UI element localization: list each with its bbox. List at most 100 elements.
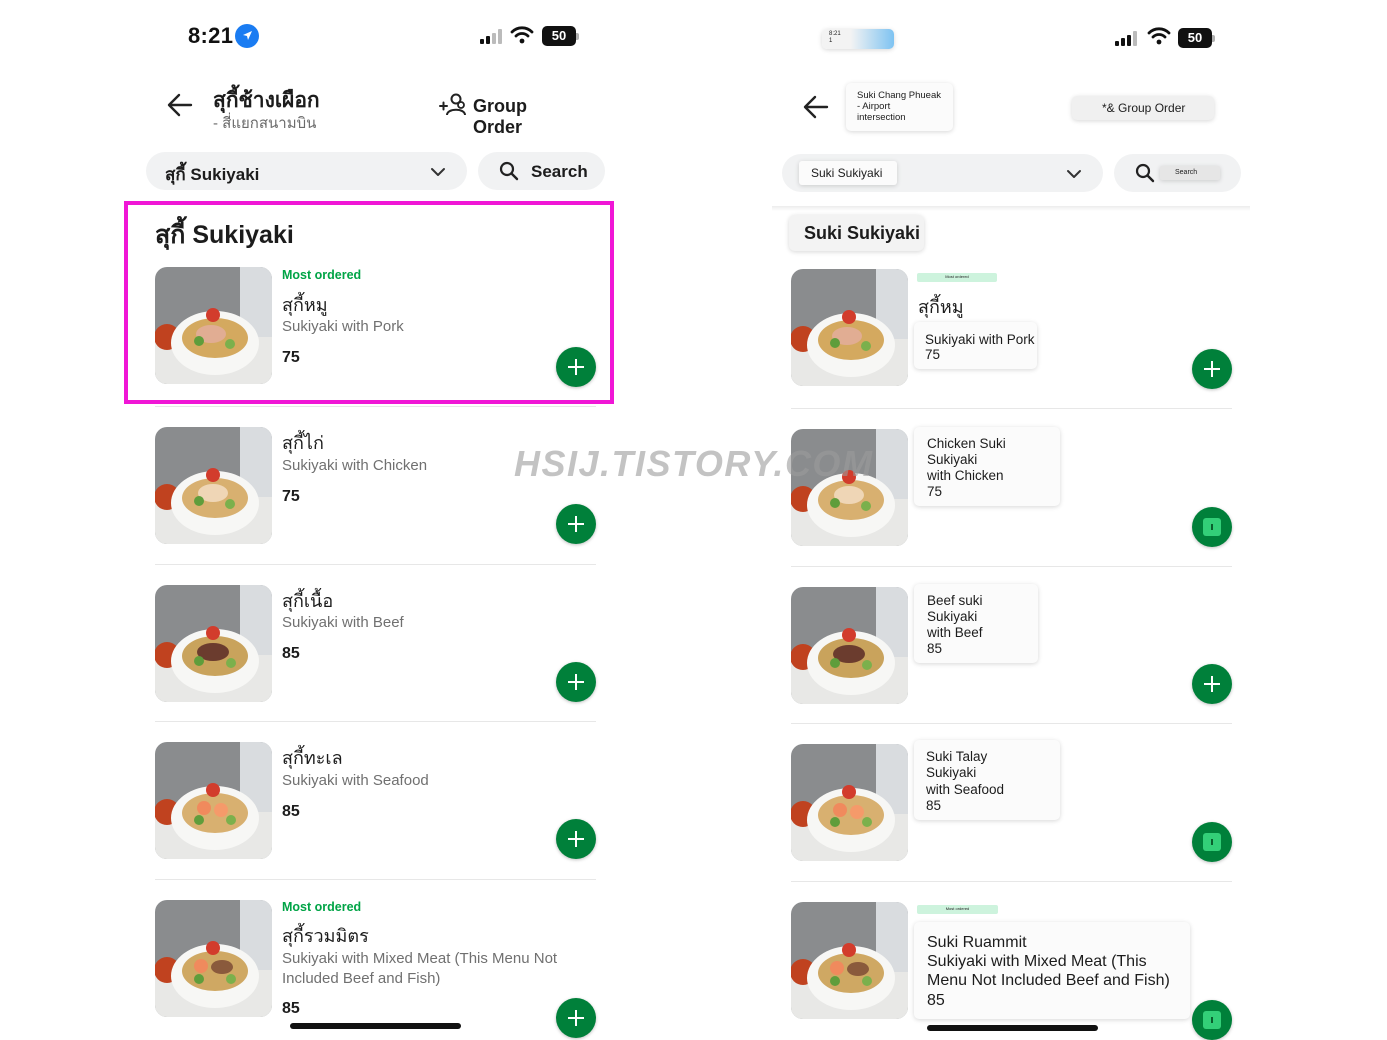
item-description: Sukiyaki <box>926 765 977 780</box>
chevron-down-icon <box>1066 167 1082 185</box>
most-ordered-badge: Most ordered <box>282 900 362 914</box>
divider <box>155 564 596 565</box>
add-button[interactable] <box>556 347 596 387</box>
add-button[interactable] <box>556 819 596 859</box>
group-add-icon <box>438 92 468 125</box>
search-icon <box>499 161 519 186</box>
item-price: 85 <box>926 798 942 813</box>
food-image <box>155 900 272 1017</box>
item-name: สุกี้ไก่ <box>282 433 324 453</box>
item-description: Sukiyaki with Pork <box>282 318 404 335</box>
item-name-translated: Chicken Suki <box>927 436 1006 451</box>
food-image <box>155 742 272 859</box>
add-button[interactable] <box>1192 507 1232 547</box>
back-button[interactable] <box>166 92 194 123</box>
group-order-label: Group Order <box>473 96 527 137</box>
item-description-line2: Menu Not Included Beef and Fish) <box>927 972 1170 989</box>
shop-branch: - สี่แยกสนามบิน <box>213 115 317 132</box>
wifi-icon <box>510 26 534 49</box>
food-image <box>791 744 908 861</box>
item-info-card: Suki Talay Sukiyaki with Seafood 85 <box>914 740 1060 820</box>
item-price: 85 <box>282 803 300 820</box>
divider <box>791 566 1232 567</box>
shop-branch-line2: intersection <box>857 112 906 123</box>
item-name: สุกี้รวมมิตร <box>282 926 369 946</box>
category-dropdown-value: สุกี้ Sukiyaki <box>165 165 260 184</box>
shop-branch: - Airport <box>857 101 891 112</box>
search-icon <box>1135 163 1155 188</box>
cellular-signal-icon <box>1114 30 1140 51</box>
item-name: สุกี้ทะเล <box>282 748 343 768</box>
item-description: Sukiyaki <box>927 609 978 624</box>
add-button[interactable] <box>556 998 596 1038</box>
item-price: 75 <box>282 349 300 366</box>
item-name: สุกี้หมู <box>918 297 964 317</box>
item-price: 85 <box>927 992 945 1009</box>
back-button[interactable] <box>802 94 830 125</box>
category-dropdown-value: Suki Sukiyaki <box>811 166 883 180</box>
watermark: HSIJ.TISTORY.COM <box>514 443 874 484</box>
shop-name-card: Suki Chang Phueak - Airport intersection <box>846 83 953 131</box>
search-label-card: Search <box>1160 166 1220 180</box>
home-indicator <box>927 1025 1098 1031</box>
item-price: 85 <box>927 641 943 656</box>
item-description: Sukiyaki with Mixed Meat (This Menu Not … <box>282 950 558 987</box>
add-button[interactable] <box>1192 664 1232 704</box>
item-info-card: Beef suki Sukiyaki with Beef 85 <box>914 584 1038 663</box>
status-time: 8:21 <box>188 23 234 48</box>
cellular-signal-icon <box>479 28 505 49</box>
food-image <box>155 585 272 702</box>
item-description: Sukiyaki with Mixed Meat (This <box>927 953 1147 970</box>
item-price: 85 <box>282 1000 300 1017</box>
most-ordered-badge: Most ordered <box>917 273 997 282</box>
item-price: 85 <box>282 645 300 662</box>
divider <box>791 408 1232 409</box>
item-description: Sukiyaki <box>927 452 978 467</box>
item-name: สุกี้หมู <box>282 295 328 315</box>
item-description: Sukiyaki with Pork <box>925 332 1035 347</box>
status-time-badge: 8:21 1 <box>822 29 894 49</box>
item-name-translated: Suki Ruammit <box>927 934 1027 951</box>
most-ordered-badge: Most ordered <box>282 268 362 282</box>
wifi-icon <box>1147 27 1171 50</box>
battery-icon: 50 <box>1178 28 1215 48</box>
item-info-card: Chicken Suki Sukiyaki with Chicken 75 <box>914 427 1060 506</box>
item-name-translated: Beef suki <box>927 593 983 608</box>
item-name-translated: Suki Talay <box>926 749 988 764</box>
item-description-line2: with Seafood <box>926 782 1005 797</box>
divider <box>155 879 596 880</box>
divider <box>791 881 1232 882</box>
home-indicator <box>290 1023 461 1029</box>
category-title-card: Suki Sukiyaki <box>789 215 924 251</box>
category-dropdown[interactable]: สุกี้ Sukiyaki <box>146 152 467 190</box>
group-order-button[interactable]: *& Group Order <box>1072 96 1214 120</box>
item-description-line2: with Chicken <box>927 468 1004 483</box>
add-button[interactable] <box>1192 1000 1232 1040</box>
search-button[interactable]: Search <box>1114 154 1241 192</box>
search-label: Search <box>531 162 588 181</box>
add-button[interactable] <box>556 662 596 702</box>
battery-icon: 50 <box>542 26 579 46</box>
search-button[interactable]: Search <box>478 152 605 190</box>
status-time-sub: 1 <box>829 38 833 44</box>
item-description: Sukiyaki with Seafood <box>282 772 429 789</box>
add-button[interactable] <box>556 504 596 544</box>
item-price: 75 <box>927 484 943 499</box>
search-label: Search <box>1175 169 1198 176</box>
item-description: Sukiyaki with Beef <box>282 614 404 631</box>
category-dropdown[interactable]: Suki Sukiyaki <box>782 154 1103 192</box>
add-button[interactable] <box>1192 349 1232 389</box>
group-order-button[interactable]: Group Order <box>438 92 578 137</box>
item-info-card: Sukiyaki with Pork 75 <box>914 322 1037 369</box>
location-arrow-icon <box>235 24 259 48</box>
divider <box>791 723 1232 724</box>
divider <box>155 406 596 407</box>
status-time: 8:21 <box>829 31 841 37</box>
add-button[interactable] <box>1192 822 1232 862</box>
item-description-line2: with Beef <box>927 625 983 640</box>
item-description: Sukiyaki with Chicken <box>282 457 428 474</box>
header-shadow <box>772 206 1250 211</box>
item-price: 75 <box>282 488 300 505</box>
food-image <box>791 269 908 386</box>
shop-name: Suki Chang Phueak <box>857 90 941 101</box>
